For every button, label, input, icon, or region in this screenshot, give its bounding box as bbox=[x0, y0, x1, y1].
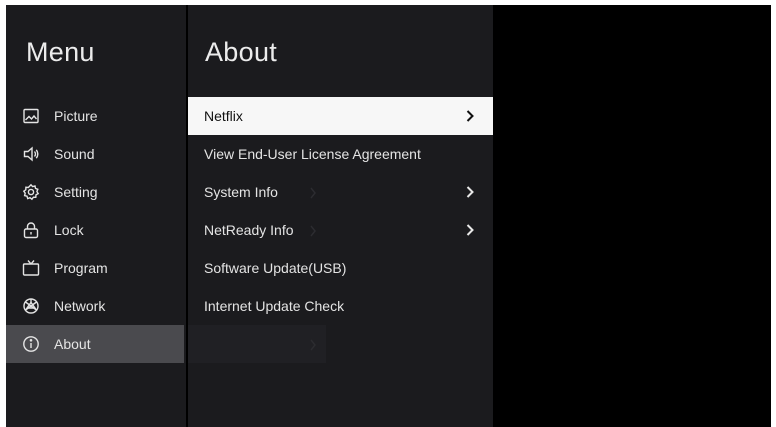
menu-item-about[interactable]: About bbox=[6, 325, 184, 363]
menu-item-network[interactable]: Network bbox=[6, 287, 184, 325]
menu-item-label: About bbox=[54, 336, 91, 352]
about-item-system-info[interactable]: System Info bbox=[188, 173, 493, 211]
about-title: About bbox=[205, 37, 278, 67]
speaker-icon bbox=[22, 145, 40, 163]
ghost-highlight bbox=[188, 325, 326, 363]
menu-item-sound[interactable]: Sound bbox=[6, 135, 184, 173]
menu-item-program[interactable]: Program bbox=[6, 249, 184, 287]
about-item-internet-update[interactable]: Internet Update Check bbox=[188, 287, 493, 325]
menu-item-picture[interactable]: Picture bbox=[6, 97, 184, 135]
menu-item-label: Program bbox=[54, 260, 108, 276]
menu-title: Menu bbox=[26, 37, 95, 67]
chevron-right-icon bbox=[463, 223, 477, 237]
menu-item-label: Network bbox=[54, 298, 106, 314]
about-item-netready-info[interactable]: NetReady Info bbox=[188, 211, 493, 249]
about-item-label: NetReady Info bbox=[204, 222, 294, 238]
chevron-right-icon bbox=[463, 185, 477, 199]
menu-item-lock[interactable]: Lock bbox=[6, 211, 184, 249]
chevron-right-icon bbox=[308, 338, 318, 351]
about-item-label: Software Update(USB) bbox=[204, 260, 347, 276]
chevron-right-icon bbox=[308, 224, 318, 237]
about-item-eula[interactable]: View End-User License Agreement bbox=[188, 135, 493, 173]
menu-item-setting[interactable]: Setting bbox=[6, 173, 184, 211]
tv-icon bbox=[22, 259, 40, 277]
chevron-right-icon bbox=[463, 109, 477, 123]
info-icon bbox=[22, 335, 40, 353]
about-item-label: Internet Update Check bbox=[204, 298, 345, 314]
gear-icon bbox=[22, 183, 40, 201]
tv-screen: Menu Picture Sound Setting Lock Program … bbox=[6, 5, 771, 427]
picture-icon bbox=[22, 107, 40, 125]
menu-item-label: Lock bbox=[54, 222, 84, 238]
about-item-software-update[interactable]: Software Update(USB) bbox=[188, 249, 493, 287]
network-icon bbox=[22, 297, 40, 315]
menu-item-label: Picture bbox=[54, 108, 98, 124]
main-menu-panel: Menu Picture Sound Setting Lock Program … bbox=[6, 5, 186, 427]
about-panel: About Netflix View End-User License Agre… bbox=[188, 5, 493, 427]
chevron-right-icon bbox=[308, 186, 318, 199]
menu-item-label: Sound bbox=[54, 146, 95, 162]
menu-item-label: Setting bbox=[54, 184, 98, 200]
about-item-netflix[interactable]: Netflix bbox=[188, 97, 493, 135]
about-item-label: System Info bbox=[204, 184, 278, 200]
about-item-label: Netflix bbox=[204, 108, 243, 124]
lock-icon bbox=[22, 221, 40, 239]
about-item-label: View End-User License Agreement bbox=[204, 146, 421, 162]
